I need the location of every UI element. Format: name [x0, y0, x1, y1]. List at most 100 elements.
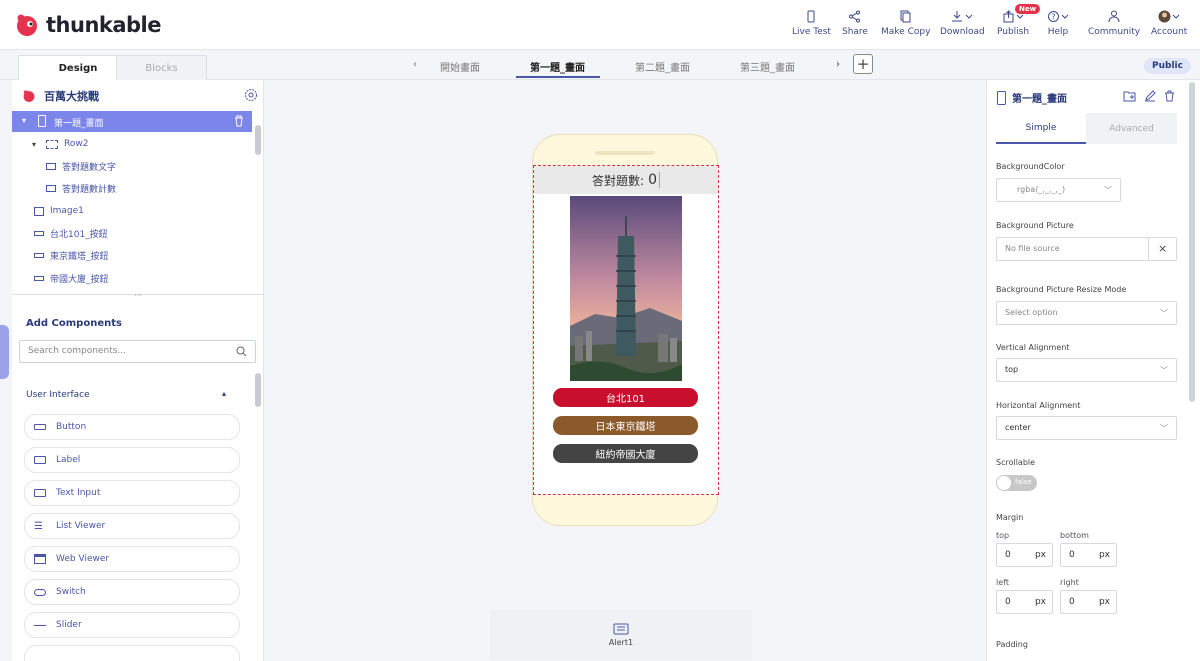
tree-item-label-component[interactable]: 答對題數文字: [46, 156, 116, 176]
unit-label: px: [1098, 550, 1110, 560]
add-screen-button[interactable]: +: [853, 54, 873, 74]
component-text-input[interactable]: Text Input: [24, 480, 240, 506]
tree-item-selected-screen[interactable]: ▾ 第一題_畫面: [12, 111, 252, 132]
share-icon: [849, 10, 861, 23]
margin-left-input[interactable]: 0 px: [996, 590, 1053, 614]
margin-bottom-input[interactable]: 0 px: [1060, 543, 1117, 567]
share-button[interactable]: Share: [842, 10, 868, 37]
tree-item-counter-component[interactable]: 答對題數計數: [46, 178, 116, 198]
community-icon: [1108, 10, 1120, 23]
unit-label: px: [1034, 550, 1046, 560]
background-picture-input[interactable]: No file source: [996, 237, 1149, 261]
collapse-arrow-icon[interactable]: ▾: [32, 140, 36, 149]
component-web-viewer[interactable]: Web Viewer: [24, 546, 240, 572]
tree-item-row2[interactable]: ▾ Row2: [32, 134, 88, 154]
account-button[interactable]: Account: [1151, 10, 1187, 37]
component-slider[interactable]: Slider: [24, 612, 240, 638]
tree-item-button-taipei[interactable]: 台北101_按鈕: [34, 223, 108, 243]
horizontal-alignment-select[interactable]: center ﹀: [996, 416, 1177, 440]
screen-tab-q3[interactable]: 第三題_畫面: [740, 59, 795, 74]
margin-top-input[interactable]: 0 px: [996, 543, 1053, 567]
panel-resize-handle[interactable]: ···: [12, 292, 264, 301]
logo[interactable]: thunkable: [14, 12, 162, 38]
answer-button-taipei[interactable]: 台北101: [553, 388, 698, 407]
margin-left-value: 0: [1005, 597, 1011, 607]
phone-icon: [997, 90, 1006, 105]
side-toggle-handle[interactable]: [0, 325, 9, 379]
clear-picture-button[interactable]: ×: [1148, 237, 1177, 261]
vertical-alignment-select[interactable]: top ﹀: [996, 358, 1177, 382]
score-label: 答對題數:: [592, 173, 645, 188]
phone-speaker: [595, 151, 655, 155]
screen-next-arrow[interactable]: ›: [836, 59, 840, 70]
scrollable-value: false: [1015, 478, 1032, 486]
community-label: Community: [1088, 27, 1141, 37]
public-badge[interactable]: Public: [1144, 58, 1191, 74]
tab-advanced[interactable]: Advanced: [1086, 113, 1177, 144]
component-search-input[interactable]: Search components...: [19, 340, 256, 363]
make-copy-label: Make Copy: [881, 27, 931, 37]
button-icon: [34, 252, 44, 258]
component-label: Button: [56, 422, 87, 432]
community-button[interactable]: Community: [1088, 10, 1140, 37]
scrollable-toggle[interactable]: false: [996, 475, 1037, 491]
tree-item-button-tokyo[interactable]: 東京鐵塔_按鈕: [34, 245, 109, 265]
chevron-up-icon[interactable]: ▴: [222, 389, 226, 398]
label-icon: [34, 456, 46, 464]
component-list-viewer[interactable]: ☰ List Viewer: [24, 513, 240, 539]
brand-name: thunkable: [46, 13, 162, 37]
margin-right-input[interactable]: 0 px: [1060, 590, 1117, 614]
trash-icon[interactable]: [234, 115, 244, 127]
component-button[interactable]: Button: [24, 414, 240, 440]
screen-tab-start[interactable]: 開始畫面: [440, 59, 480, 74]
component-more[interactable]: [24, 645, 240, 661]
resize-mode-select[interactable]: Select option ﹀: [996, 301, 1177, 325]
answer-button-tokyo[interactable]: 日本東京鐵塔: [553, 416, 698, 435]
selected-component-name: 第一題_畫面: [1012, 94, 1067, 105]
row-icon: [46, 139, 59, 149]
tab-blocks[interactable]: Blocks: [116, 55, 207, 80]
screen-tab-q1[interactable]: 第一題_畫面: [530, 59, 585, 74]
screen-prev-arrow[interactable]: ‹: [413, 59, 417, 70]
phone-screen[interactable]: 答對題數: 0 台北101 日本東京鐵塔 紐約帝國大廈: [533, 165, 719, 495]
chevron-down-icon: ﹀: [1160, 366, 1168, 375]
component-label[interactable]: Label: [24, 447, 240, 473]
left-panel: 百萬大挑戰 ▾ 第一題_畫面 ▾ Row2 答對題數文字 答對題數計數 Imag…: [12, 80, 264, 661]
settings-gear-icon[interactable]: [244, 88, 258, 102]
invisible-component-tray[interactable]: Alert1: [490, 610, 752, 660]
tree-item-button-empire[interactable]: 帝國大廈_按鈕: [34, 268, 109, 288]
tree-item-label: 帝國大廈_按鈕: [50, 274, 109, 285]
section-user-interface[interactable]: User Interface: [26, 390, 90, 400]
live-test-button[interactable]: Live Test: [792, 10, 831, 37]
copy-icon: [900, 10, 911, 23]
make-copy-button[interactable]: Make Copy: [881, 10, 930, 37]
properties-scrollbar[interactable]: [1189, 82, 1195, 402]
account-label: Account: [1151, 27, 1188, 37]
share-label: Share: [842, 27, 868, 37]
tower-photo: [570, 196, 682, 381]
trash-icon[interactable]: [1164, 90, 1175, 102]
screen-tab-q2[interactable]: 第二題_畫面: [635, 59, 690, 74]
screen-icon: [38, 115, 46, 127]
edit-icon[interactable]: [1144, 90, 1156, 102]
tree-item-label: 第一題_畫面: [54, 119, 104, 129]
collapse-arrow-icon[interactable]: ▾: [22, 116, 26, 125]
taipei101-image[interactable]: [570, 196, 682, 381]
answer-button-empire[interactable]: 紐約帝國大廈: [553, 444, 698, 463]
close-icon: ×: [1158, 242, 1168, 255]
help-button[interactable]: ? Help: [1047, 10, 1069, 37]
download-button[interactable]: Download: [940, 10, 985, 37]
tree-item-image[interactable]: Image1: [34, 201, 84, 221]
component-switch[interactable]: Switch: [24, 579, 240, 605]
tree-item-label: 台北101_按鈕: [50, 229, 108, 240]
add-folder-icon[interactable]: [1123, 90, 1136, 102]
publish-button[interactable]: New Publish: [997, 4, 1041, 37]
background-color-picker[interactable]: rgba(_,_,_,_) ﹀: [996, 178, 1121, 202]
component-label: List Viewer: [56, 521, 106, 531]
components-scrollbar[interactable]: [255, 373, 261, 407]
tree-scrollbar[interactable]: [255, 125, 261, 155]
tab-simple[interactable]: Simple: [996, 113, 1086, 144]
text-input-icon: [34, 489, 46, 497]
score-row[interactable]: 答對題數: 0: [534, 166, 718, 194]
margin-top-label: top: [996, 531, 1010, 540]
